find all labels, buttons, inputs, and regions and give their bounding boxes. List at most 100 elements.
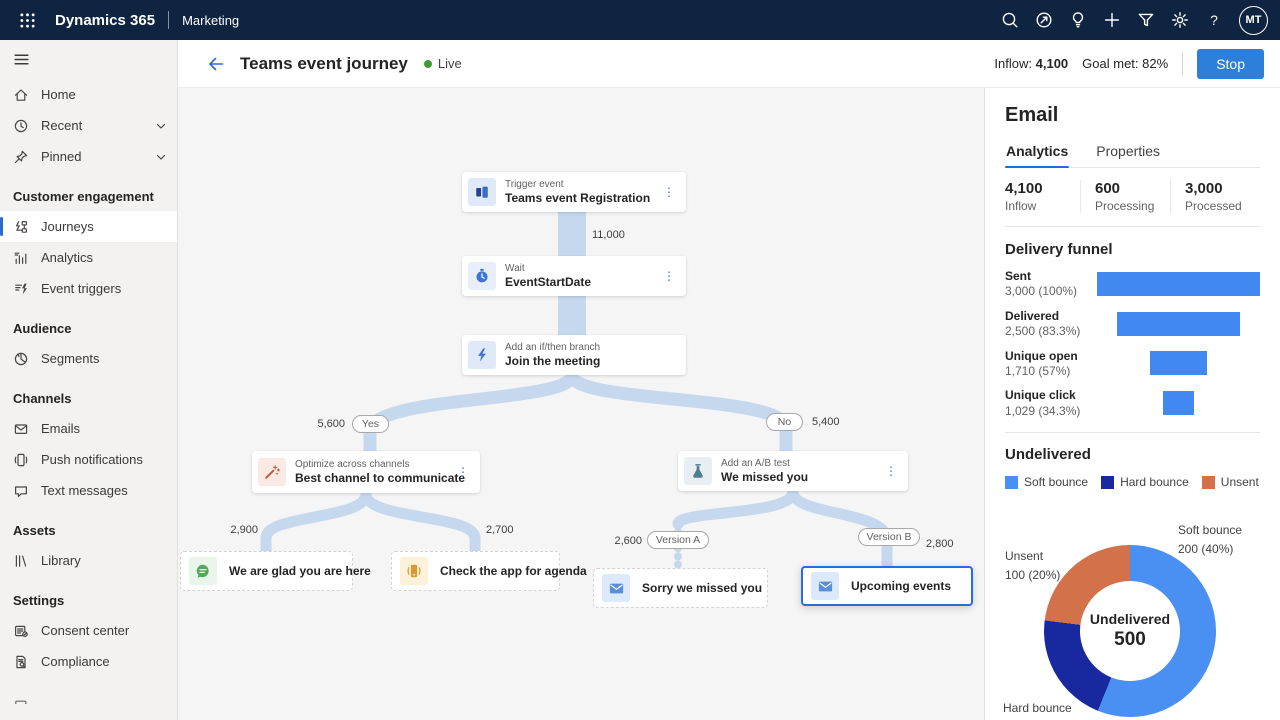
sidebar-collapse-button[interactable]: [0, 40, 177, 79]
filter-icon[interactable]: [1129, 3, 1163, 37]
sidebar-item-push-notifications[interactable]: Push notifications: [0, 444, 177, 475]
journey-canvas[interactable]: 11,000 5,600 Yes No 5,400 2,900 2,700 2,…: [178, 88, 984, 720]
legend-swatch: [1101, 476, 1114, 489]
edge-count-version-b: 2,800: [926, 538, 954, 550]
sidebar-item-label: Segments: [41, 351, 100, 366]
legend-swatch: [1202, 476, 1215, 489]
stat-processing: 600Processing: [1080, 180, 1170, 213]
compass-icon[interactable]: [1027, 3, 1061, 37]
sidebar-item-label: Emails: [41, 421, 80, 436]
edge-count-yes: 5,600: [290, 418, 345, 430]
journey-node-ab-test[interactable]: Add an A/B testWe missed you ⋮: [678, 451, 908, 491]
lightbulb-icon[interactable]: [1061, 3, 1095, 37]
settings-icon[interactable]: [1163, 3, 1197, 37]
legend-label: Hard bounce: [1120, 475, 1189, 489]
sidebar-item-label: Recent: [41, 118, 82, 133]
sidebar-item-label: Library: [41, 553, 81, 568]
add-icon[interactable]: [1095, 3, 1129, 37]
funnel-stage-name: Sent: [1005, 269, 1097, 283]
chevron-down-icon[interactable]: [155, 151, 167, 163]
journey-node-if-then-branch[interactable]: Add an if/then branchJoin the meeting: [462, 335, 686, 375]
node-title: We are glad you are here: [229, 564, 371, 578]
text-messages-icon: [13, 483, 29, 499]
search-icon[interactable]: [993, 3, 1027, 37]
back-button[interactable]: [206, 54, 226, 74]
sidebar-item-home[interactable]: Home: [0, 79, 177, 110]
journey-node-optimize-channels[interactable]: Optimize across channelsBest channel to …: [252, 451, 480, 493]
tab-analytics[interactable]: Analytics: [1005, 138, 1069, 167]
sidebar-item-label: Text messages: [41, 483, 128, 498]
sidebar-section-channels: Channels: [0, 374, 177, 413]
sidebar-item-emails[interactable]: Emails: [0, 413, 177, 444]
edge-count-trigger-to-wait: 11,000: [592, 229, 625, 241]
tab-properties[interactable]: Properties: [1095, 138, 1161, 167]
app-area-name: Marketing: [182, 13, 239, 28]
app-launcher-waffle-icon[interactable]: [12, 5, 42, 35]
segments-icon: [13, 351, 29, 367]
funnel-stage-name: Delivered: [1005, 309, 1097, 323]
node-more-menu-icon[interactable]: ⋮: [660, 186, 678, 198]
stat-processed: 3,000Processed: [1170, 180, 1260, 213]
live-status-label: Live: [438, 56, 462, 71]
journey-node-email-upcoming-events[interactable]: Upcoming events: [801, 566, 973, 606]
journeys-icon: [13, 219, 29, 235]
node-title: Join the meeting: [505, 354, 600, 370]
funnel-stage-value: 2,500 (83.3%): [1005, 324, 1097, 338]
sidebar-item-analytics[interactable]: Analytics: [0, 242, 177, 273]
chevron-down-icon[interactable]: [155, 120, 167, 132]
sidebar-section-settings: Settings: [0, 576, 177, 615]
live-status-dot-icon: [424, 60, 432, 68]
sidebar-item-consent-center[interactable]: Consent center: [0, 615, 177, 646]
journey-node-push-check-app[interactable]: Check the app for agenda: [391, 551, 560, 591]
legend-label: Unsent: [1221, 475, 1259, 489]
node-more-menu-icon[interactable]: ⋮: [882, 465, 900, 477]
funnel-stage-name: Unique click: [1005, 388, 1097, 402]
user-avatar[interactable]: MT: [1239, 6, 1268, 35]
help-icon[interactable]: ?: [1197, 3, 1231, 37]
undelivered-title: Undelivered: [1005, 446, 1091, 463]
status-badge: Live: [424, 56, 462, 71]
node-title: Check the app for agenda: [440, 564, 587, 578]
journey-node-message-glad-you-are-here[interactable]: We are glad you are here: [180, 551, 353, 591]
library-icon: [13, 553, 29, 569]
node-kind: Optimize across channels: [295, 458, 445, 471]
header-divider: [1182, 52, 1183, 76]
funnel-stage-value: 1,029 (34.3%): [1005, 404, 1097, 418]
panel-title: Email: [1005, 104, 1260, 127]
sidebar-item-recent[interactable]: Recent: [0, 110, 177, 141]
funnel-row-delivered: Delivered2,500 (83.3%): [1005, 309, 1260, 339]
node-more-menu-icon[interactable]: ⋮: [660, 270, 678, 282]
node-more-menu-icon[interactable]: ⋮: [454, 466, 472, 478]
sidebar-item-pinned[interactable]: Pinned: [0, 141, 177, 172]
node-title: Best channel to communicate: [295, 471, 445, 487]
document-icon: [13, 688, 29, 704]
brand-title: Dynamics 365: [55, 12, 155, 29]
node-title: Upcoming events: [851, 579, 951, 593]
sidebar-section-assets: Assets: [0, 506, 177, 545]
legend-item-hard-bounce: Hard bounce: [1101, 475, 1189, 489]
pinned-icon: [13, 149, 29, 165]
soft-bounce-callout: Soft bounce200 (40%): [1178, 521, 1242, 559]
sidebar-item-partial[interactable]: [0, 680, 177, 711]
analytics-icon: [13, 250, 29, 266]
funnel-stage-value: 3,000 (100%): [1005, 284, 1097, 298]
chat-message-icon: [189, 557, 217, 585]
sidebar-item-library[interactable]: Library: [0, 545, 177, 576]
funnel-bar: [1150, 351, 1207, 375]
sidebar-item-event-triggers[interactable]: Event triggers: [0, 273, 177, 304]
sidebar-item-label: Event triggers: [41, 281, 121, 296]
legend-label: Soft bounce: [1024, 475, 1088, 489]
edge-count-no: 5,400: [812, 416, 840, 428]
funnel-bar: [1097, 272, 1260, 296]
sidebar-item-text-messages[interactable]: Text messages: [0, 475, 177, 506]
node-title: Teams event Registration: [505, 191, 650, 207]
journey-node-email-sorry-missed-you[interactable]: Sorry we missed you: [593, 568, 768, 608]
edge-count-version-a: 2,600: [602, 535, 642, 547]
sidebar-item-segments[interactable]: Segments: [0, 343, 177, 374]
stop-button[interactable]: Stop: [1197, 49, 1264, 79]
sidebar-item-compliance[interactable]: Compliance: [0, 646, 177, 677]
sidebar-item-label: Analytics: [41, 250, 93, 265]
journey-node-trigger-event[interactable]: Trigger eventTeams event Registration ⋮: [462, 172, 686, 212]
sidebar-item-journeys[interactable]: Journeys: [0, 211, 177, 242]
journey-node-wait[interactable]: WaitEventStartDate ⋮: [462, 256, 686, 296]
